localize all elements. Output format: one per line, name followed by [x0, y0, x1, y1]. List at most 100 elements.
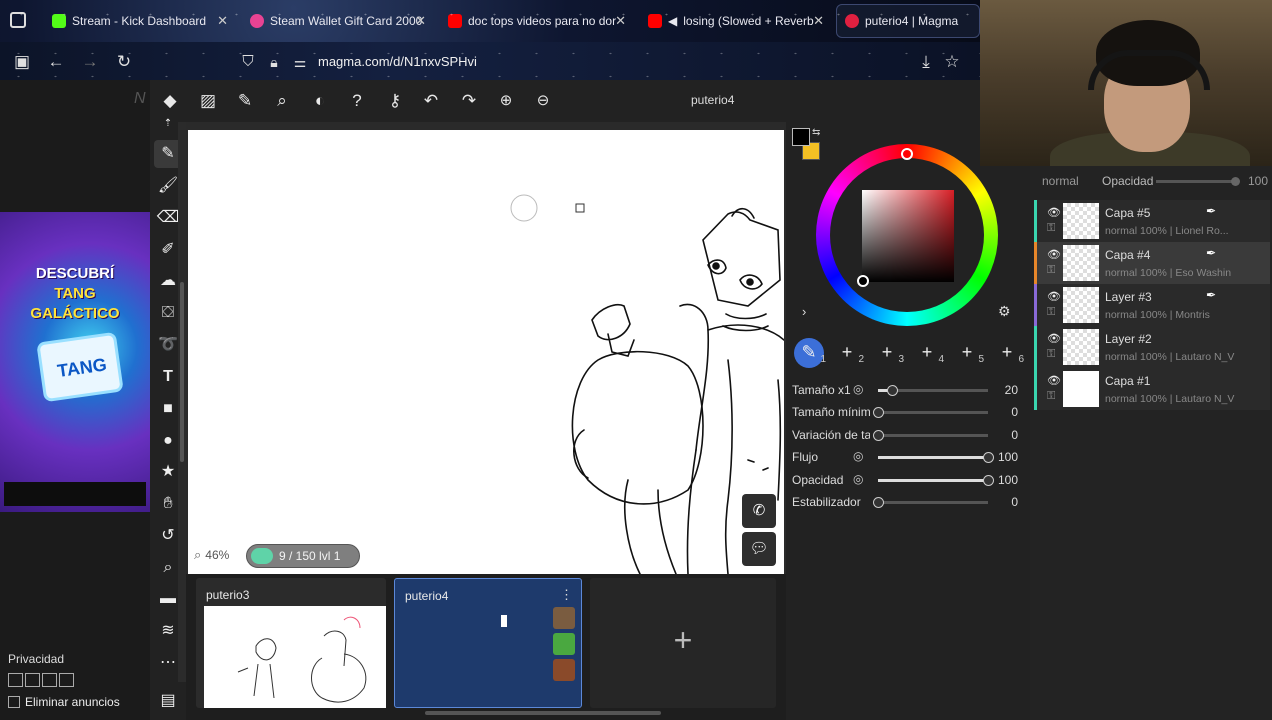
call-button[interactable]: ✆: [742, 494, 776, 528]
download-icon[interactable]: ⤓: [916, 52, 936, 72]
document-title[interactable]: puterio4: [691, 93, 734, 107]
forward-icon[interactable]: →: [80, 52, 100, 72]
size-slider[interactable]: [878, 385, 988, 396]
bookmark-star-icon[interactable]: ☆: [942, 52, 962, 72]
setting-value[interactable]: 20: [1005, 383, 1018, 397]
layer-lock-icon[interactable]: ⚿: [1047, 348, 1055, 361]
shield-icon[interactable]: ⛉: [238, 52, 258, 72]
tab-youtube-2[interactable]: ◀ losing (Slowed + Reverb ✕: [640, 4, 830, 38]
tab-youtube-1[interactable]: doc tops videos para no dor ✕: [440, 4, 632, 38]
zoom-out-icon[interactable]: ⊖: [532, 90, 554, 112]
slider-handle[interactable]: [1231, 177, 1240, 186]
chat-button[interactable]: 💬︎: [742, 532, 776, 566]
image-icon[interactable]: ▨: [197, 90, 219, 112]
blend-mode-select[interactable]: normal: [1042, 174, 1079, 188]
zoom-indicator[interactable]: ⌕ 46%: [194, 547, 229, 563]
eye-icon[interactable]: 👁︎: [1047, 290, 1061, 303]
brush-slot-2[interactable]: +2: [832, 338, 864, 368]
ad-layout-icon[interactable]: [59, 673, 74, 687]
magma-menu-icon[interactable]: ◆: [159, 90, 181, 112]
ad-banner[interactable]: DESCUBRÍ TANG GALÁCTICO TANG: [0, 212, 150, 512]
tab-magma[interactable]: puterio4 | Magma: [836, 4, 980, 38]
tab-kick[interactable]: Stream - Kick Dashboard ✕: [44, 4, 234, 38]
stabilizer-slider[interactable]: [873, 497, 988, 508]
layer-item[interactable]: 👁︎ ⚿ Capa #5 ✒ normal 100% | Lionel Ro..…: [1034, 200, 1270, 242]
setting-value[interactable]: 0: [1011, 405, 1018, 419]
layer-item[interactable]: 👁︎ ⚿ Capa #1 normal 100% | Lautaro N_V: [1034, 368, 1270, 410]
sidebar-icon[interactable]: ▣: [12, 52, 32, 72]
gear-icon[interactable]: ⚙: [998, 303, 1011, 320]
layer-item[interactable]: 👁︎ ⚿ Layer #3 ✒ normal 100% | Montris: [1034, 284, 1270, 326]
reload-icon[interactable]: ↻: [114, 52, 134, 72]
pencil-icon[interactable]: ✎: [234, 90, 256, 112]
lock-icon[interactable]: 🔒︎: [264, 52, 284, 72]
eye-icon[interactable]: 👁︎: [1047, 374, 1061, 387]
setting-value[interactable]: 0: [1011, 495, 1018, 509]
brush-slot-4[interactable]: +4: [912, 338, 944, 368]
setting-value[interactable]: 100: [998, 450, 1018, 464]
slider-handle[interactable]: [873, 430, 884, 441]
layer-lock-icon[interactable]: ⚿: [1047, 222, 1055, 235]
tab-steam[interactable]: Steam Wallet Gift Card 2000 ✕: [242, 4, 432, 38]
drawings-icon[interactable]: ▤: [154, 687, 182, 715]
slider-handle[interactable]: [983, 475, 994, 486]
help-icon[interactable]: ?: [346, 90, 368, 112]
opacity-slider[interactable]: [878, 475, 994, 486]
eye-icon[interactable]: 👁︎: [1047, 248, 1061, 261]
eye-icon[interactable]: 👁︎: [1047, 206, 1061, 219]
tool-scrollbar[interactable]: [178, 122, 186, 682]
key-icon[interactable]: ⚷: [384, 90, 406, 112]
permissions-icon[interactable]: ⚌: [290, 52, 310, 72]
setting-value[interactable]: 100: [998, 473, 1018, 487]
brush-slot-3[interactable]: +3: [872, 338, 904, 368]
lag-indicator[interactable]: 9 / 150 lvl 1: [246, 544, 360, 568]
setting-value[interactable]: 0: [1011, 428, 1018, 442]
search-icon[interactable]: ⌕: [271, 90, 293, 112]
close-icon[interactable]: ✕: [813, 13, 824, 29]
drawing-card-active[interactable]: puterio4 ⋮: [394, 578, 582, 708]
swap-colors-icon[interactable]: ⇆: [812, 127, 820, 138]
tab-list-icon[interactable]: [10, 12, 26, 28]
ad-layout-icon[interactable]: [42, 673, 57, 687]
tray-scrollbar[interactable]: [425, 711, 661, 715]
adjust-icon[interactable]: ◐: [309, 90, 331, 112]
privacy-link[interactable]: Privacidad: [8, 652, 64, 666]
size-variation-slider[interactable]: [873, 430, 988, 441]
undo-icon[interactable]: ↶: [420, 90, 442, 112]
close-icon[interactable]: ✕: [415, 13, 426, 29]
layer-item[interactable]: 👁︎ ⚿ Layer #2 normal 100% | Lautaro N_V: [1034, 326, 1270, 368]
remove-ads-button[interactable]: Eliminar anuncios: [8, 695, 120, 709]
layer-item-selected[interactable]: 👁︎ ⚿ Capa #4 ✒ normal 100% | Eso Washin: [1034, 242, 1270, 284]
drawing-canvas[interactable]: [188, 130, 784, 574]
layer-lock-icon[interactable]: ⚿: [1047, 306, 1055, 319]
slider-handle[interactable]: [873, 407, 884, 418]
zoom-in-icon[interactable]: ⊕: [495, 90, 517, 112]
pressure-icon[interactable]: ◎: [853, 472, 863, 486]
back-icon[interactable]: ←: [46, 52, 66, 72]
hue-handle[interactable]: [901, 148, 913, 160]
pressure-icon[interactable]: ◎: [853, 449, 863, 463]
brush-slot-5[interactable]: +5: [952, 338, 984, 368]
layer-opacity-slider[interactable]: [1156, 177, 1240, 186]
new-drawing-card[interactable]: +: [590, 578, 776, 708]
saturation-value-picker[interactable]: [862, 190, 954, 282]
primary-color-swatch[interactable]: [792, 128, 810, 146]
close-icon[interactable]: ✕: [615, 13, 626, 29]
brush-slot-1[interactable]: ✎ 1: [794, 338, 826, 368]
slider-handle[interactable]: [873, 497, 884, 508]
close-icon[interactable]: ✕: [217, 13, 228, 29]
ad-layout-icon[interactable]: [8, 673, 23, 687]
layer-lock-icon[interactable]: ⚿: [1047, 264, 1055, 277]
min-size-slider[interactable]: [873, 407, 988, 418]
redo-icon[interactable]: ↷: [458, 90, 480, 112]
user-avatar[interactable]: [553, 633, 575, 655]
url-field[interactable]: magma.com/d/N1nxvSPHvi: [318, 54, 477, 69]
slider-handle[interactable]: [983, 452, 994, 463]
ad-layout-icon[interactable]: [25, 673, 40, 687]
card-menu-icon[interactable]: ⋮: [560, 587, 573, 603]
brush-slot-6[interactable]: +6: [992, 338, 1024, 368]
drawing-card[interactable]: puterio3: [196, 578, 386, 708]
pressure-icon[interactable]: ◎: [853, 382, 863, 396]
color-handle[interactable]: [857, 275, 869, 287]
eye-icon[interactable]: 👁︎: [1047, 332, 1061, 345]
